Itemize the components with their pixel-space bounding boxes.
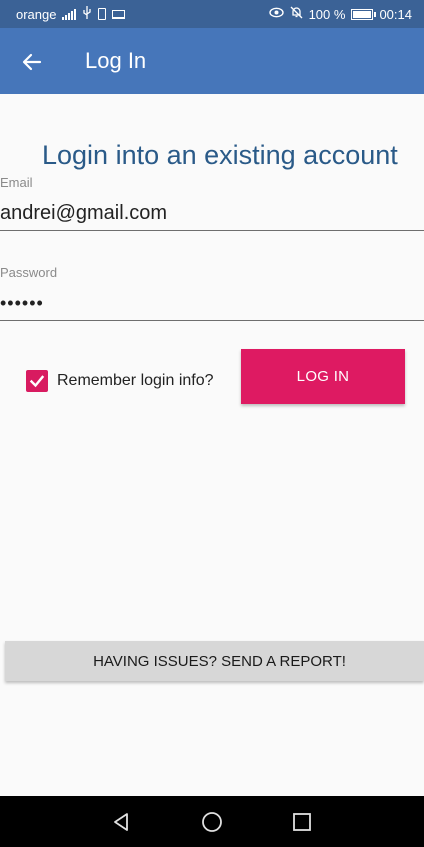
remember-login-label: Remember login info? (57, 372, 214, 389)
notifications-off-icon (290, 6, 303, 22)
nav-recents-button[interactable] (289, 809, 315, 835)
send-report-button[interactable]: HAVING ISSUES? SEND A REPORT! (5, 641, 424, 681)
usb-icon (82, 6, 92, 22)
battery-icon (351, 8, 377, 20)
nav-home-button[interactable] (199, 809, 225, 835)
home-circle-icon (202, 812, 222, 832)
battery-saver-icon (98, 8, 107, 20)
system-nav-bar (0, 796, 424, 847)
checkbox-checked-icon[interactable] (26, 370, 48, 392)
remember-login-checkbox[interactable]: Remember login info? (26, 370, 214, 392)
arrow-left-icon (22, 53, 42, 71)
carrier-label: orange (16, 6, 57, 22)
back-button[interactable] (14, 44, 50, 80)
back-triangle-icon (114, 813, 128, 831)
form-heading: Login into an existing account (42, 140, 398, 170)
page-title: Log In (85, 48, 147, 73)
email-field[interactable] (0, 197, 424, 231)
password-label: Password (0, 265, 58, 280)
app-bar: Log In (0, 28, 424, 94)
status-right: 100 % 00:14 (268, 6, 412, 22)
password-field[interactable] (0, 287, 424, 321)
eye-icon (268, 7, 284, 21)
clock: 00:14 (379, 6, 412, 22)
laptop-icon (112, 9, 126, 19)
email-label: Email (0, 175, 33, 190)
login-button[interactable]: LOG IN (241, 349, 405, 404)
signal-icon (62, 8, 77, 20)
status-bar: orange 100 % 00:14 (0, 0, 424, 28)
battery-percent: 100 % (308, 6, 346, 22)
recents-square-icon (293, 813, 311, 831)
status-left: orange (16, 6, 126, 22)
nav-back-button[interactable] (108, 809, 134, 835)
